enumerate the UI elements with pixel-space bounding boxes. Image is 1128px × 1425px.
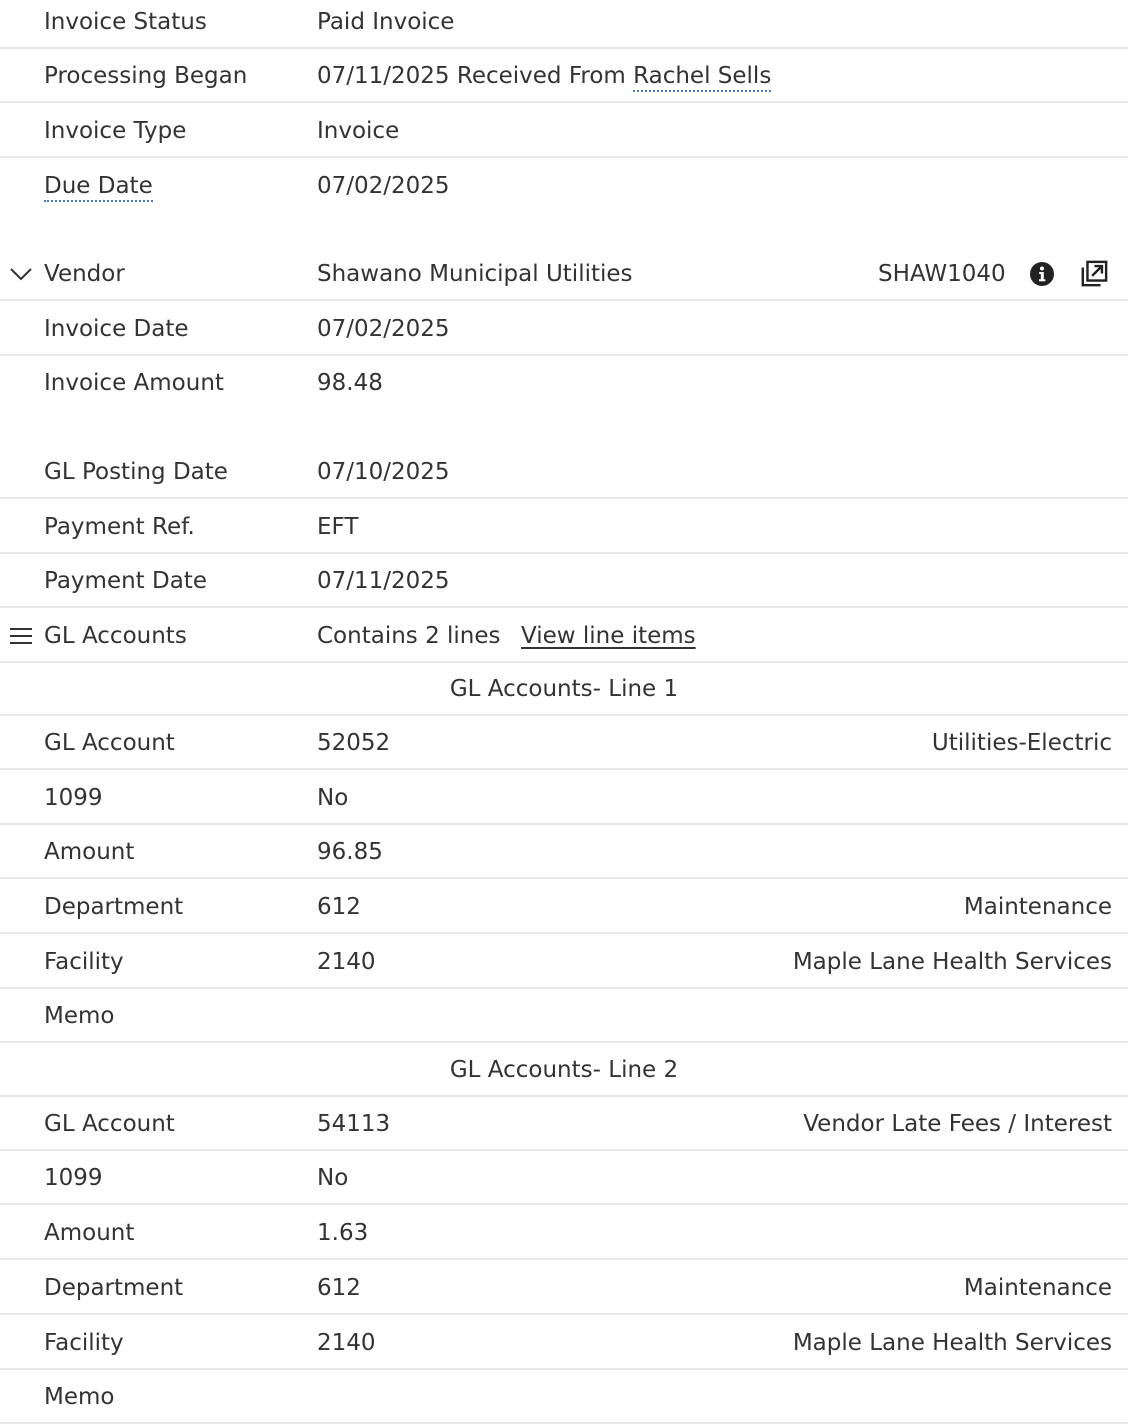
facility-value: 2140 [317, 949, 376, 975]
gl-line-1-amount-row: Amount 96.85 [0, 825, 1128, 879]
payment-ref-value: EFT [317, 514, 359, 540]
gl-line-2-department-row: Department 612 Maintenance [0, 1261, 1128, 1315]
gl-account-description: Utilities-Electric [931, 730, 1112, 756]
vendor-row: Vendor Shawano Municipal Utilities SHAW1… [0, 247, 1128, 301]
invoice-amount-label: Invoice Amount [44, 370, 224, 396]
gl-account-label: GL Account [44, 730, 175, 756]
gl-line-2-amount-row: Amount 1.63 [0, 1206, 1128, 1260]
memo-label: Memo [44, 1003, 115, 1029]
form-1099-value: No [317, 1165, 349, 1191]
gl-accounts-row: GL Accounts Contains 2 lines View line i… [0, 609, 1128, 663]
view-line-items-link[interactable]: View line items [521, 609, 696, 663]
gl-accounts-label: GL Accounts [44, 623, 187, 649]
line-amount-label: Amount [44, 839, 135, 865]
gl-line-1-header: GL Accounts- Line 1 [0, 662, 1128, 716]
facility-description: Maple Lane Health Services [792, 1330, 1112, 1356]
department-description: Maintenance [963, 1275, 1112, 1301]
gl-line-title: GL Accounts- Line 2 [449, 1057, 679, 1083]
gl-line-2-facility-row: Facility 2140 Maple Lane Health Services [0, 1316, 1128, 1370]
line-amount-value: 1.63 [317, 1220, 369, 1246]
gl-account-value: 52052 [317, 730, 391, 756]
gl-line-1-account-row: GL Account 52052 Utilities-Electric [0, 716, 1128, 770]
gl-line-2-1099-row: 1099 No [0, 1151, 1128, 1205]
gl-line-1-1099-row: 1099 No [0, 771, 1128, 825]
gl-posting-date-value: 07/10/2025 [317, 459, 450, 485]
vendor-label: Vendor [44, 261, 125, 287]
open-in-new-window-icon[interactable] [1080, 260, 1108, 288]
invoice-type-value: Invoice [317, 118, 400, 144]
department-value: 612 [317, 894, 361, 920]
gl-account-description: Vendor Late Fees / Interest [803, 1111, 1112, 1137]
facility-label: Facility [44, 949, 124, 975]
payment-date-row: Payment Date 07/11/2025 [0, 554, 1128, 608]
processing-began-label: Processing Began [44, 63, 248, 89]
gl-accounts-summary: Contains 2 lines [317, 623, 501, 649]
chevron-down-icon[interactable] [8, 247, 34, 301]
gl-line-1-memo-row: Memo [0, 989, 1128, 1043]
gl-line-2-account-row: GL Account 54113 Vendor Late Fees / Inte… [0, 1097, 1128, 1151]
gl-line-1-facility-row: Facility 2140 Maple Lane Health Services [0, 935, 1128, 989]
department-description: Maintenance [963, 894, 1112, 920]
gl-posting-date-row: GL Posting Date 07/10/2025 [0, 445, 1128, 499]
vendor-name: Shawano Municipal Utilities [317, 261, 633, 287]
due-date-label[interactable]: Due Date [44, 159, 153, 213]
invoice-date-value: 07/02/2025 [317, 316, 450, 342]
invoice-date-row: Invoice Date 07/02/2025 [0, 302, 1128, 356]
line-amount-value: 96.85 [317, 839, 383, 865]
processing-began-value: 07/11/2025 Received From Rachel Sells [317, 49, 772, 103]
invoice-detail-panel: Invoice Status Paid Invoice Processing B… [0, 0, 1128, 1425]
invoice-amount-value: 98.48 [317, 370, 383, 396]
info-icon[interactable] [1028, 260, 1056, 288]
invoice-status-row: Invoice Status Paid Invoice [0, 0, 1128, 49]
facility-label: Facility [44, 1330, 124, 1356]
line-amount-label: Amount [44, 1220, 135, 1246]
gl-account-label: GL Account [44, 1111, 175, 1137]
facility-description: Maple Lane Health Services [792, 949, 1112, 975]
invoice-status-value: Paid Invoice [317, 9, 455, 35]
gl-line-title: GL Accounts- Line 1 [449, 676, 679, 702]
due-date-label-text: Due Date [44, 173, 153, 202]
processing-date-text: 07/11/2025 Received From [317, 63, 634, 89]
gl-line-2-header: GL Accounts- Line 2 [0, 1043, 1128, 1097]
hamburger-menu-icon[interactable] [8, 609, 34, 663]
form-1099-label: 1099 [44, 785, 103, 811]
payment-date-value: 07/11/2025 [317, 568, 450, 594]
invoice-type-row: Invoice Type Invoice [0, 104, 1128, 158]
payment-date-label: Payment Date [44, 568, 207, 594]
due-date-row: Due Date 07/02/2025 [0, 159, 1128, 213]
invoice-type-label: Invoice Type [44, 118, 187, 144]
memo-label: Memo [44, 1384, 115, 1410]
invoice-status-label: Invoice Status [44, 9, 207, 35]
due-date-value: 07/02/2025 [317, 173, 450, 199]
gl-line-1-department-row: Department 612 Maintenance [0, 880, 1128, 934]
vendor-code: SHAW1040 [878, 261, 1006, 287]
department-label: Department [44, 894, 184, 920]
invoice-date-label: Invoice Date [44, 316, 189, 342]
department-value: 612 [317, 1275, 361, 1301]
payment-ref-row: Payment Ref. EFT [0, 500, 1128, 554]
gl-account-value: 54113 [317, 1111, 391, 1137]
department-label: Department [44, 1275, 184, 1301]
form-1099-label: 1099 [44, 1165, 103, 1191]
payment-ref-label: Payment Ref. [44, 514, 195, 540]
gl-line-2-memo-row: Memo [0, 1370, 1128, 1424]
received-from-user-link[interactable]: Rachel Sells [633, 63, 772, 92]
processing-began-row: Processing Began 07/11/2025 Received Fro… [0, 49, 1128, 103]
facility-value: 2140 [317, 1330, 376, 1356]
gl-posting-date-label: GL Posting Date [44, 459, 228, 485]
form-1099-value: No [317, 785, 349, 811]
invoice-amount-row: Invoice Amount 98.48 [0, 356, 1128, 410]
